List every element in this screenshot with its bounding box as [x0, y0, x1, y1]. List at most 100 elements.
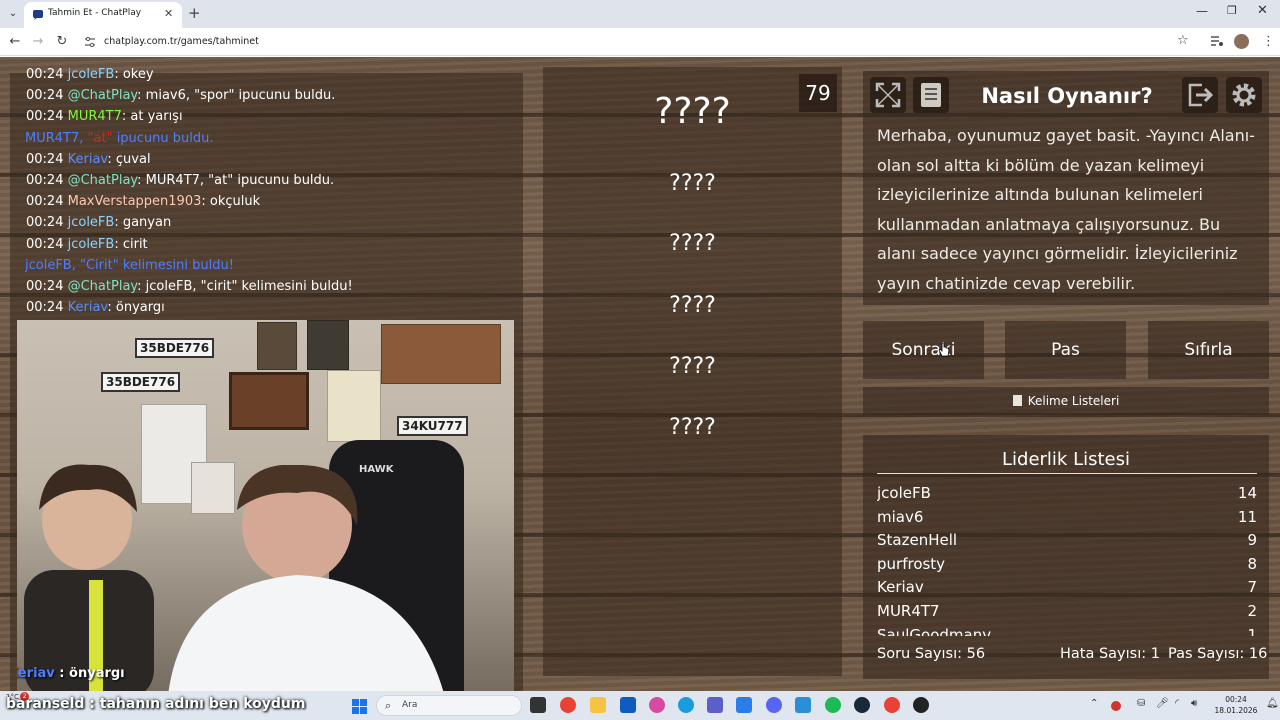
chat-time: 00:24: [26, 109, 64, 125]
chat-time: 00:24: [26, 88, 64, 104]
chat-text: : at yarışı: [121, 109, 183, 125]
chat-text: : okey: [114, 67, 154, 82]
chat-username[interactable]: jcoleFB: [68, 215, 115, 230]
chat-text: : önyargı: [107, 300, 165, 316]
leaderboard-row: StazenHell 9: [877, 529, 1257, 553]
reset-button[interactable]: Sıfırla: [1148, 321, 1269, 379]
leaderboard-name: MUR4T7: [877, 601, 940, 620]
chat-text: "Cirit" kelimesini buldu!: [75, 257, 234, 273]
leaderboard-score: 11: [1237, 507, 1257, 526]
monitor-app-icon[interactable]: [795, 697, 811, 713]
mail-app-icon[interactable]: [736, 697, 752, 713]
bookmark-star-icon[interactable]: ☆: [1177, 33, 1189, 48]
chrome-active-app-icon[interactable]: [884, 697, 900, 713]
chat-username[interactable]: Keriav: [68, 152, 108, 167]
chat-message: 00:24 jcoleFB: ganyan: [26, 212, 516, 233]
photos-app-icon[interactable]: [649, 697, 665, 713]
chat-username[interactable]: @ChatPlay: [68, 279, 138, 294]
chat-username[interactable]: MaxVerstappen1903: [68, 194, 202, 209]
clock-date: 18.01.2026: [1214, 706, 1258, 715]
chat-time: 00:24: [26, 278, 64, 294]
address-bar[interactable]: chatplay.com.tr/games/tahminet: [104, 36, 259, 47]
browser-tab[interactable]: Tahmin Et - ChatPlay ✕: [24, 2, 182, 28]
chat-username[interactable]: @ChatPlay: [68, 88, 138, 103]
obs-app-icon[interactable]: [913, 697, 929, 713]
spotify-app-icon[interactable]: [825, 697, 841, 713]
new-tab-icon[interactable]: +: [188, 4, 201, 22]
chat-hint-word: "at": [87, 130, 113, 146]
steam-app-icon[interactable]: [854, 697, 870, 713]
leaderboard-score: 8: [1247, 554, 1257, 573]
chat-username[interactable]: MUR4T7,: [25, 131, 83, 146]
wifi-icon[interactable]: ◜: [1175, 698, 1179, 709]
chatplay-favicon-icon: [33, 10, 43, 20]
chat-username[interactable]: jcoleFB,: [25, 258, 76, 273]
hidden-word: ????: [669, 354, 716, 379]
restore-icon[interactable]: ❐: [1227, 4, 1237, 17]
leaderboard-name: SaulGoodmanv: [877, 625, 992, 636]
volume-icon[interactable]: 🔊︎: [1191, 698, 1197, 709]
taskbar-search[interactable]: ⌕ Ara: [376, 695, 522, 716]
leaderboard-title: Liderlik Listesi: [1002, 449, 1130, 470]
settings-button[interactable]: [1226, 77, 1262, 113]
target-word: ????: [654, 91, 731, 132]
back-icon[interactable]: ←: [7, 34, 23, 50]
chat-username[interactable]: MUR4T7: [68, 109, 122, 124]
leaderboard-divider: [877, 473, 1257, 474]
tab-search-icon[interactable]: ⌄: [5, 6, 21, 22]
window-close-icon[interactable]: ✕: [1257, 3, 1268, 18]
tab-close-icon[interactable]: ✕: [164, 7, 173, 20]
chat-time: 00:24: [26, 236, 64, 252]
stream-chat-overlay: baranseld : tahanın adını ben koydum: [6, 696, 306, 712]
tray-app-icon[interactable]: [1111, 701, 1121, 711]
taskbar-clock[interactable]: 00:24 18.01.2026: [1212, 694, 1260, 716]
chat-time: 00:24: [26, 300, 64, 316]
file-explorer-icon[interactable]: [590, 697, 606, 713]
tray-network-icon[interactable]: ⛁: [1137, 698, 1145, 709]
chat-username[interactable]: jcoleFB: [68, 67, 115, 82]
chrome-app-icon[interactable]: [560, 697, 576, 713]
chat-username[interactable]: @ChatPlay: [68, 173, 138, 188]
browser-toolbar: ← → ↻ chatplay.com.tr/games/tahminet ☆ ⋮: [0, 28, 1280, 56]
chat-username[interactable]: jcoleFB: [68, 237, 115, 252]
word-lists-button[interactable]: Kelime Listeleri: [863, 387, 1269, 415]
store-app-icon[interactable]: [620, 697, 636, 713]
edge-app-icon[interactable]: [678, 697, 694, 713]
teams-app-icon[interactable]: [707, 697, 723, 713]
leaderboard-row: SaulGoodmanv 1: [877, 624, 1257, 636]
how-to-play-title: Nasıl Oynanır?: [981, 84, 1153, 108]
windows-start-icon[interactable]: [352, 699, 367, 714]
tray-chevron-icon[interactable]: ⌃: [1090, 698, 1098, 709]
chat-username[interactable]: Keriav: [68, 300, 108, 315]
fullscreen-button[interactable]: [870, 77, 906, 113]
terminal-app-icon[interactable]: [530, 697, 546, 713]
logout-button[interactable]: [1182, 77, 1218, 113]
how-to-play-text: Merhaba, oyunumuz gayet basit. -Yayıncı …: [877, 126, 1255, 293]
chat-message: 00:24 Keriav: çuval: [26, 149, 516, 170]
site-info-icon[interactable]: [84, 36, 96, 48]
media-controls-icon[interactable]: [1210, 35, 1224, 47]
poster: [307, 320, 349, 370]
tray-mic-icon[interactable]: 🎤︎: [1156, 698, 1169, 709]
leaderboard-list[interactable]: jcoleFB 14 miav6 11 StazenHell 9 purfrosty 8 Ker…: [877, 482, 1257, 636]
profile-avatar-icon[interactable]: [1234, 34, 1249, 49]
reload-icon[interactable]: ↻: [54, 34, 70, 50]
forward-icon[interactable]: →: [30, 34, 46, 50]
discord-app-icon[interactable]: [766, 697, 782, 713]
leaderboard-name: purfrosty: [877, 554, 946, 573]
chat-time: 00:24: [26, 67, 64, 82]
chat-message: 00:24 @ChatPlay: jcoleFB, "cirit" kelime…: [26, 276, 516, 297]
browser-menu-icon[interactable]: ⋮: [1262, 34, 1275, 49]
webcam-feed: 35BDE776 35BDE776 34KU777 HAWK Keriav : …: [17, 320, 514, 692]
minimize-icon[interactable]: —: [1196, 4, 1208, 18]
leaderboard-row: MUR4T7 2: [877, 600, 1257, 624]
notification-bell-icon[interactable]: 🔔︎: [1266, 698, 1279, 709]
chat-hint-message: MUR4T7, "at" ipucunu buldu.: [25, 128, 516, 149]
chat-text: : okçuluk: [201, 194, 261, 210]
hand-cursor-icon: [938, 342, 950, 357]
tab-title: Tahmin Et - ChatPlay: [48, 8, 142, 18]
notebook-icon: [1012, 395, 1022, 406]
pass-button[interactable]: Pas: [1005, 321, 1126, 379]
chat-time: 00:24: [26, 151, 64, 167]
next-button[interactable]: Sonraki: [863, 321, 984, 379]
